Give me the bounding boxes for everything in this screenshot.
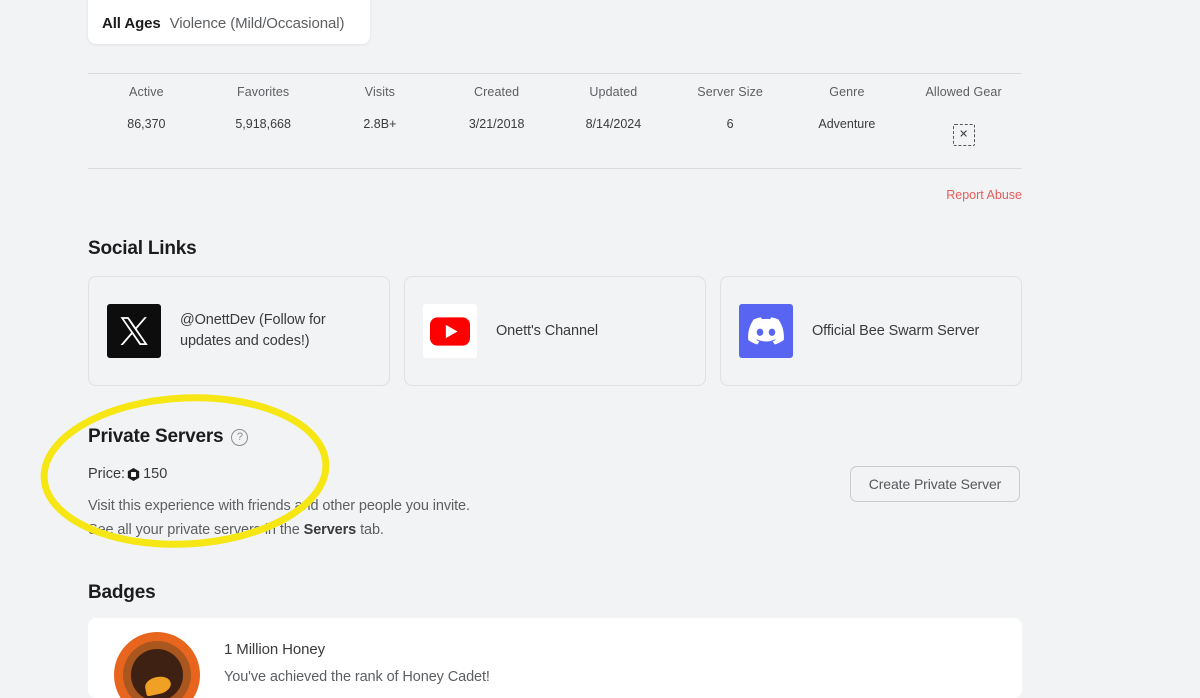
stat-label: Server Size <box>672 84 789 100</box>
line2-suffix: tab. <box>356 522 384 538</box>
stat-label: Visits <box>322 84 439 100</box>
youtube-icon <box>423 304 477 358</box>
badge-name: 1 Million Honey <box>224 641 490 658</box>
price-label: Price: <box>88 466 125 482</box>
stat-value: 5,918,668 <box>205 116 322 132</box>
social-link-card-x[interactable]: @OnettDev (Follow for updates and codes!… <box>88 276 390 386</box>
stat-value: 86,370 <box>88 116 205 132</box>
servers-tab-reference: Servers <box>304 522 357 538</box>
robux-icon <box>127 468 140 481</box>
private-server-price: Price: 150 <box>88 466 167 482</box>
private-servers-description-line2: See all your private servers in the Serv… <box>88 522 384 538</box>
stat-server-size: Server Size 6 <box>672 84 789 150</box>
social-link-card-youtube[interactable]: Onett's Channel <box>404 276 706 386</box>
social-link-label: @OnettDev (Follow for updates and codes!… <box>180 310 371 352</box>
social-links-list: @OnettDev (Follow for updates and codes!… <box>88 276 1022 386</box>
stat-value <box>905 116 1022 150</box>
discord-icon <box>739 304 793 358</box>
badge-description: You've achieved the rank of Honey Cadet! <box>224 669 490 685</box>
rating-descriptor-label: Violence (Mild/Occasional) <box>170 15 345 32</box>
badge-list-item[interactable]: 1 Million Honey You've achieved the rank… <box>88 618 1022 698</box>
social-link-label: Onett's Channel <box>496 321 598 342</box>
social-link-label: Official Bee Swarm Server <box>812 321 979 342</box>
social-links-heading: Social Links <box>88 238 196 260</box>
social-link-card-discord[interactable]: Official Bee Swarm Server <box>720 276 1022 386</box>
stat-value: 6 <box>672 116 789 132</box>
question-mark-icon[interactable]: ? <box>231 429 248 446</box>
stat-value: Adventure <box>789 116 906 132</box>
price-value: 150 <box>143 466 167 482</box>
stat-value: 3/21/2018 <box>438 116 555 132</box>
private-servers-title-text: Private Servers <box>88 426 223 448</box>
stat-value: 2.8B+ <box>322 116 439 132</box>
stat-allowed-gear: Allowed Gear <box>905 84 1022 150</box>
report-abuse-link[interactable]: Report Abuse <box>946 188 1022 202</box>
experience-stats: Active 86,370 Favorites 5,918,668 Visits… <box>88 84 1022 150</box>
divider-top <box>88 73 1022 74</box>
stat-genre: Genre Adventure <box>789 84 906 150</box>
badge-text-block: 1 Million Honey You've achieved the rank… <box>224 632 490 685</box>
stat-label: Allowed Gear <box>905 84 1022 100</box>
badges-heading: Badges <box>88 582 155 604</box>
divider-bottom <box>88 168 1022 169</box>
stat-label: Favorites <box>205 84 322 100</box>
content-rating-card: All Ages Violence (Mild/Occasional) <box>88 0 370 44</box>
private-servers-heading: Private Servers ? <box>88 426 248 448</box>
honey-pot-badge-icon <box>114 632 200 698</box>
stat-visits: Visits 2.8B+ <box>322 84 439 150</box>
stat-label: Updated <box>555 84 672 100</box>
stat-label: Genre <box>789 84 906 100</box>
rating-age-label: All Ages <box>102 15 161 32</box>
stat-active: Active 86,370 <box>88 84 205 150</box>
stat-updated: Updated 8/14/2024 <box>555 84 672 150</box>
stat-value: 8/14/2024 <box>555 116 672 132</box>
x-twitter-icon <box>107 304 161 358</box>
stat-created: Created 3/21/2018 <box>438 84 555 150</box>
stat-favorites: Favorites 5,918,668 <box>205 84 322 150</box>
no-gear-allowed-icon <box>953 124 975 146</box>
private-servers-description-line1: Visit this experience with friends and o… <box>88 498 470 514</box>
create-private-server-button[interactable]: Create Private Server <box>850 466 1020 502</box>
stat-label: Active <box>88 84 205 100</box>
stat-label: Created <box>438 84 555 100</box>
line2-prefix: See all your private servers in the <box>88 522 304 538</box>
